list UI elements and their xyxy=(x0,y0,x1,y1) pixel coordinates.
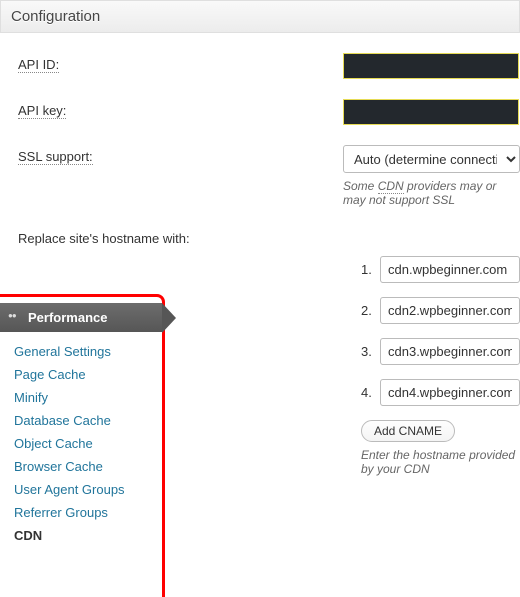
cname-input-4[interactable] xyxy=(380,379,520,406)
cname-input-3[interactable] xyxy=(380,338,520,365)
sidebar-item-browser-cache[interactable]: Browser Cache xyxy=(14,459,103,474)
sidebar-header[interactable]: Performance xyxy=(0,303,162,332)
sidebar-item-minify[interactable]: Minify xyxy=(14,390,48,405)
cname-row: 3. xyxy=(361,338,520,365)
sidebar-item-database-cache[interactable]: Database Cache xyxy=(14,413,111,428)
api-key-label: API key: xyxy=(18,99,343,118)
cname-number: 2. xyxy=(361,303,380,318)
cname-number: 1. xyxy=(361,262,380,277)
ssl-help-text: Some CDN providers may or may not suppor… xyxy=(343,179,520,207)
cname-input-2[interactable] xyxy=(380,297,520,324)
section-header: Configuration xyxy=(0,0,520,33)
sidebar-item-object-cache[interactable]: Object Cache xyxy=(14,436,93,451)
performance-icon xyxy=(8,313,22,323)
sidebar-performance-panel: Performance General Settings Page Cache … xyxy=(0,294,165,597)
api-id-input[interactable] xyxy=(343,53,519,79)
sidebar-item-referrer-groups[interactable]: Referrer Groups xyxy=(14,505,108,520)
cname-row: 2. xyxy=(361,297,520,324)
sidebar-item-user-agent-groups[interactable]: User Agent Groups xyxy=(14,482,125,497)
cname-help-text: Enter the hostname provided by your CDN xyxy=(361,448,520,476)
cname-number: 4. xyxy=(361,385,380,400)
cname-number: 3. xyxy=(361,344,380,359)
sidebar-item-page-cache[interactable]: Page Cache xyxy=(14,367,86,382)
ssl-support-label: SSL support: xyxy=(18,145,343,164)
api-key-input[interactable] xyxy=(343,99,519,125)
cname-row: 1. xyxy=(361,256,520,283)
cname-row: 4. xyxy=(361,379,520,406)
replace-hostname-label: Replace site's hostname with: xyxy=(18,227,343,246)
cname-input-1[interactable] xyxy=(380,256,520,283)
add-cname-button[interactable]: Add CNAME xyxy=(361,420,455,442)
sidebar-item-general-settings[interactable]: General Settings xyxy=(14,344,111,359)
sidebar-title: Performance xyxy=(28,310,107,325)
ssl-support-select[interactable]: Auto (determine connection type automati… xyxy=(343,145,520,173)
api-id-label: API ID: xyxy=(18,53,343,72)
